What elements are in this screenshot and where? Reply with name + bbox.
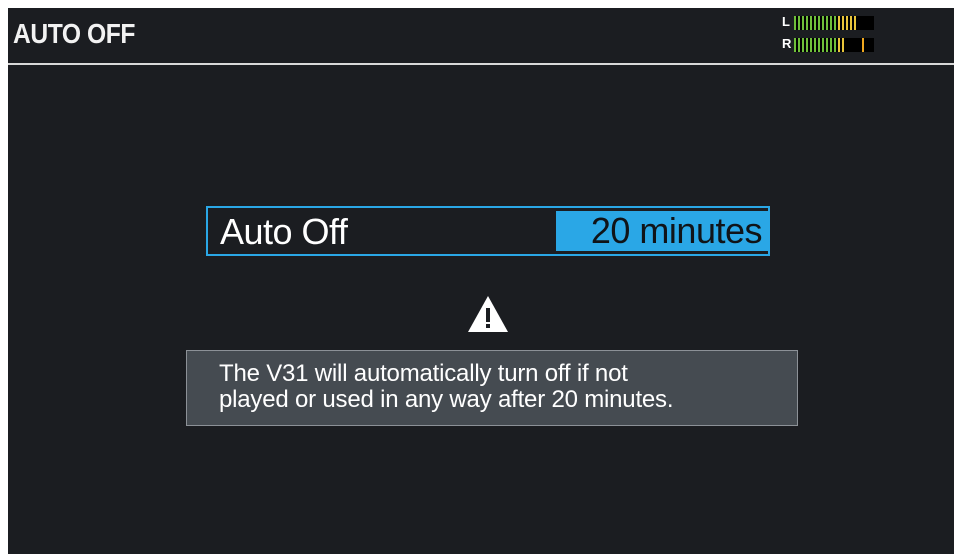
- level-meter-left-segment: [834, 16, 836, 30]
- warning-exclamation-dot: [486, 324, 490, 328]
- level-meter-left-segment: [846, 16, 848, 30]
- auto-off-setting[interactable]: Auto Off 20 minutes: [206, 206, 770, 256]
- level-meter-right-segment: [830, 38, 832, 52]
- level-meter-right: R: [782, 36, 874, 52]
- header-bar: AUTO OFF L R: [8, 8, 954, 62]
- level-meter-left-segment: [826, 16, 828, 30]
- warning-message-line-1: The V31 will automatically turn off if n…: [219, 360, 628, 387]
- level-meter-left-label: L: [782, 14, 790, 29]
- level-meter-left-segment: [810, 16, 812, 30]
- auto-off-label: Auto Off: [220, 211, 348, 252]
- level-meter-right-segment: [814, 38, 816, 52]
- warning-message-line-2: played or used in any way after 20 minut…: [219, 386, 674, 413]
- level-meter-right-track: [794, 38, 874, 52]
- level-meter-right-segment: [806, 38, 808, 52]
- level-meter-left-track: [794, 16, 874, 30]
- level-meter-left-segment: [814, 16, 816, 30]
- level-meter-left: L: [782, 14, 874, 30]
- level-meter-left-segment: [802, 16, 804, 30]
- level-meter-right-segment: [826, 38, 828, 52]
- level-meter-right-label: R: [782, 36, 792, 51]
- level-meter-left-segment: [842, 16, 844, 30]
- auto-off-value[interactable]: 20 minutes: [556, 211, 768, 251]
- page-title: AUTO OFF: [13, 18, 135, 49]
- level-meter-right-segment: [810, 38, 812, 52]
- level-meter-right-segment: [798, 38, 800, 52]
- level-meter-right-segment: [802, 38, 804, 52]
- level-meter-left-segment: [822, 16, 824, 30]
- level-meter-right-segment: [842, 38, 844, 52]
- level-meter-right-segment: [822, 38, 824, 52]
- level-meter-left-segment: [838, 16, 840, 30]
- level-meter-right-segment: [818, 38, 820, 52]
- level-meter-left-segment: [854, 16, 856, 30]
- warning-exclamation-bar: [486, 308, 490, 322]
- level-meter-right-segment: [862, 38, 864, 52]
- level-meter-right-segment: [794, 38, 796, 52]
- screen: AUTO OFF L R Auto Off 20 minutes The V31…: [8, 8, 954, 554]
- level-meter-left-segment: [798, 16, 800, 30]
- level-meter: L R: [782, 14, 874, 58]
- level-meter-left-segment: [818, 16, 820, 30]
- level-meter-left-segment: [794, 16, 796, 30]
- level-meter-right-segment: [834, 38, 836, 52]
- level-meter-left-segment: [850, 16, 852, 30]
- level-meter-left-segment: [830, 16, 832, 30]
- warning-triangle-icon: [468, 296, 508, 332]
- level-meter-left-segment: [806, 16, 808, 30]
- level-meter-right-segment: [838, 38, 840, 52]
- warning-message-box: The V31 will automatically turn off if n…: [186, 350, 798, 426]
- header-divider: [8, 63, 954, 65]
